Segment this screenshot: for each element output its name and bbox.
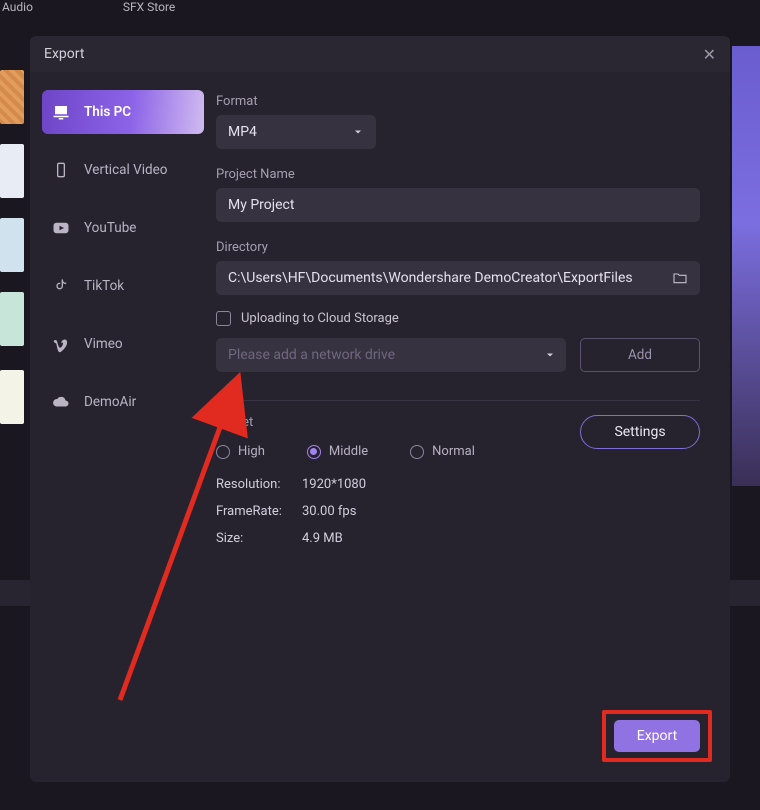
export-button-label: Export <box>637 728 677 744</box>
chevron-down-icon <box>544 349 556 361</box>
youtube-icon <box>52 219 70 237</box>
preset-radio-label: High <box>238 444 265 459</box>
preset-radio-normal[interactable]: Normal <box>410 444 475 459</box>
directory-input[interactable] <box>216 261 700 295</box>
sidebar-item-tiktok[interactable]: TikTok <box>42 264 204 308</box>
preset-radio-high[interactable]: High <box>216 444 265 459</box>
resolution-label: Resolution: <box>216 477 302 492</box>
sidebar-item-youtube[interactable]: YouTube <box>42 206 204 250</box>
add-drive-button[interactable]: Add <box>580 338 700 372</box>
directory-label: Directory <box>216 240 700 255</box>
toolbar-audio: Audio <box>2 0 33 28</box>
format-value: MP4 <box>228 124 257 140</box>
project-name-input[interactable] <box>216 188 700 222</box>
settings-button[interactable]: Settings <box>580 415 700 449</box>
preset-radio-label: Middle <box>329 444 368 459</box>
background-thumbnails <box>0 70 24 424</box>
format-label: Format <box>216 94 700 109</box>
export-modal: Export ✕ This PC Vertical Video <box>30 36 730 782</box>
size-value: 4.9 MB <box>302 531 343 546</box>
background-preview <box>732 46 760 486</box>
toolbar-sfx: SFX Store <box>123 0 175 28</box>
export-sidebar: This PC Vertical Video YouTube TikTok <box>30 72 216 782</box>
output-stats: Resolution:1920*1080 FrameRate:30.00 fps… <box>216 477 700 546</box>
sidebar-item-label: DemoAir <box>84 394 136 410</box>
phone-icon <box>52 161 70 179</box>
sidebar-item-label: YouTube <box>84 220 136 236</box>
divider <box>216 400 700 401</box>
cloud-upload-label: Uploading to Cloud Storage <box>241 311 399 326</box>
preset-radio-middle[interactable]: Middle <box>307 444 368 459</box>
modal-header: Export ✕ <box>30 36 730 72</box>
sidebar-item-label: Vimeo <box>84 336 123 352</box>
cloud-upload-checkbox[interactable] <box>216 311 231 326</box>
export-form: Format MP4 Project Name Directory Upload… <box>216 72 730 782</box>
cloud-icon <box>52 393 70 411</box>
network-drive-placeholder: Please add a network drive <box>228 347 395 363</box>
resolution-value: 1920*1080 <box>302 477 366 492</box>
add-drive-label: Add <box>628 347 652 363</box>
export-button[interactable]: Export <box>614 720 700 752</box>
annotation-highlight: Export <box>602 710 712 762</box>
sidebar-item-this-pc[interactable]: This PC <box>42 90 204 134</box>
preset-radio-group: High Middle Normal <box>216 444 475 459</box>
background-toolbar: Audio SFX Store <box>0 0 760 28</box>
framerate-value: 30.00 fps <box>302 504 356 519</box>
sidebar-item-label: Vertical Video <box>84 162 167 178</box>
format-select[interactable]: MP4 <box>216 115 376 149</box>
sidebar-item-vimeo[interactable]: Vimeo <box>42 322 204 366</box>
settings-label: Settings <box>614 424 665 440</box>
folder-icon[interactable] <box>672 270 688 286</box>
modal-footer: Export <box>602 710 712 762</box>
sidebar-item-demoair[interactable]: DemoAir <box>42 380 204 424</box>
sidebar-item-vertical-video[interactable]: Vertical Video <box>42 148 204 192</box>
modal-title: Export <box>44 46 84 62</box>
preset-label: Preset <box>216 415 475 430</box>
preset-radio-label: Normal <box>432 444 475 459</box>
vimeo-icon <box>52 335 70 353</box>
framerate-label: FrameRate: <box>216 504 302 519</box>
monitor-icon <box>52 103 70 121</box>
network-drive-select[interactable]: Please add a network drive <box>216 338 566 372</box>
project-name-label: Project Name <box>216 167 700 182</box>
sidebar-item-label: TikTok <box>84 278 124 294</box>
chevron-down-icon <box>352 126 364 138</box>
sidebar-item-label: This PC <box>84 104 131 120</box>
tiktok-icon <box>52 277 70 295</box>
close-icon[interactable]: ✕ <box>703 45 716 64</box>
size-label: Size: <box>216 531 302 546</box>
